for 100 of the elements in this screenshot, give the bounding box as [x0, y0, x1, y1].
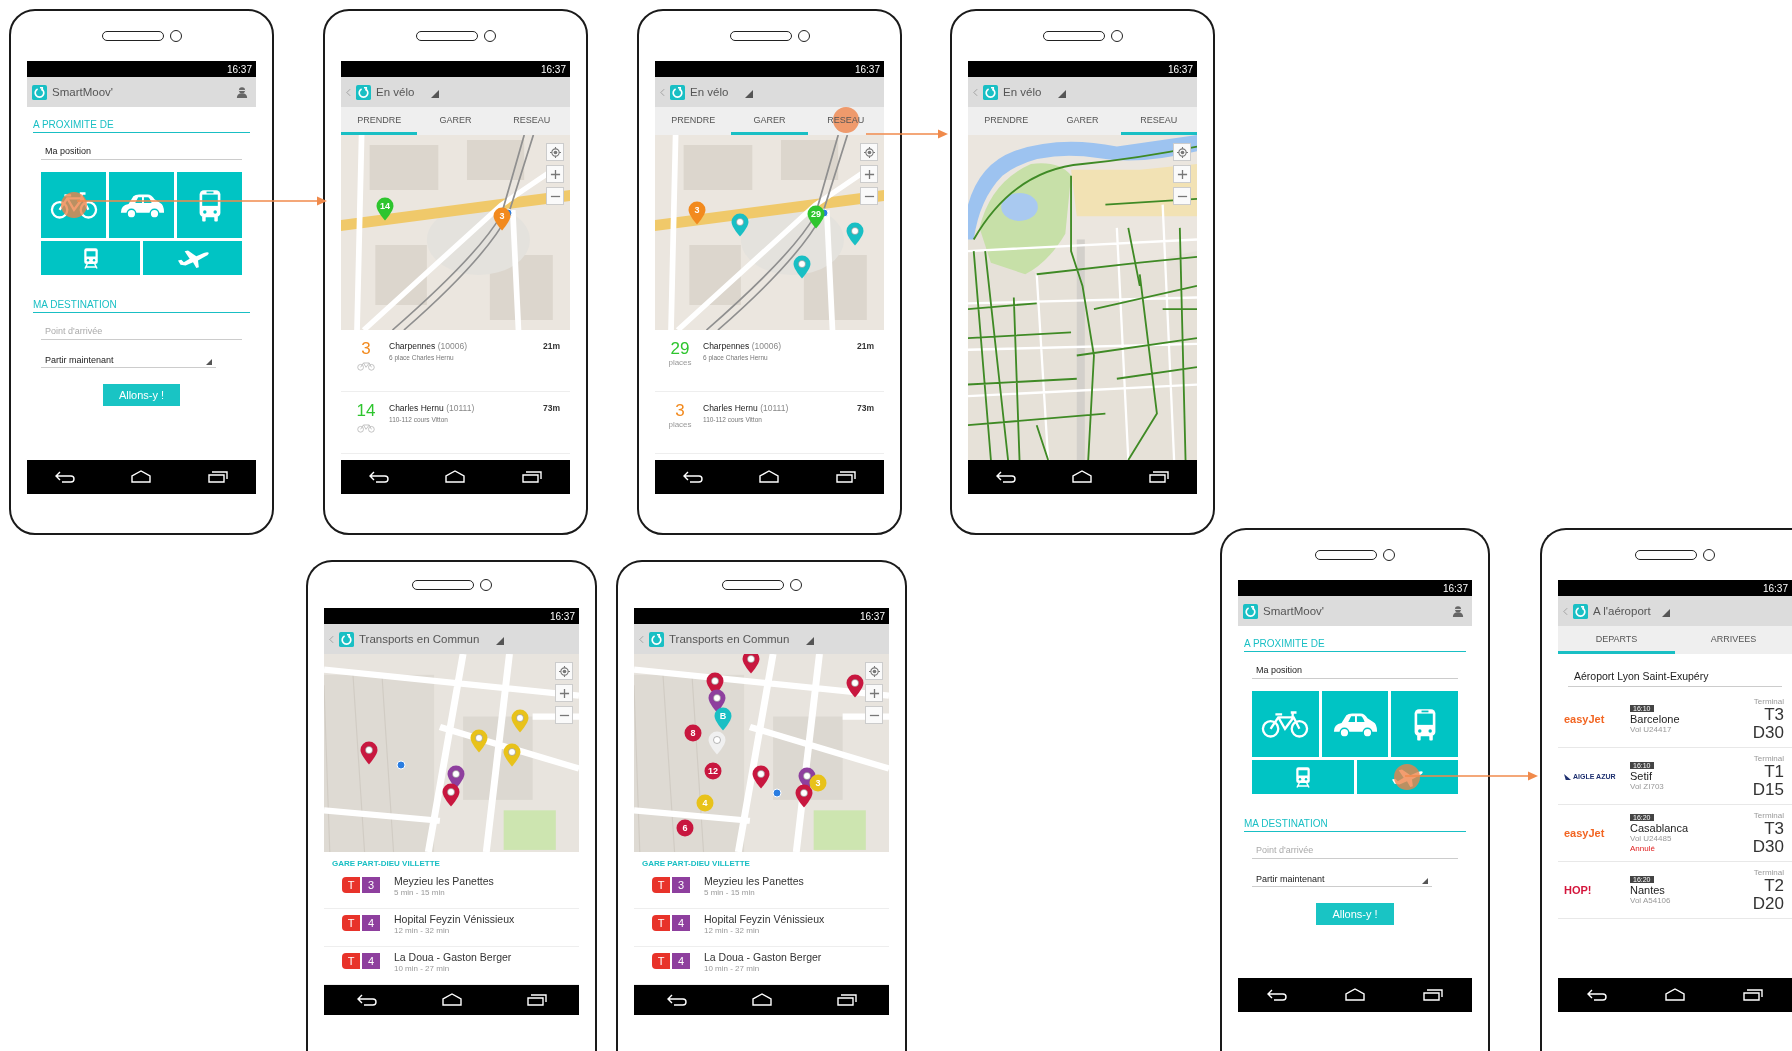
- back-icon[interactable]: [995, 470, 1018, 484]
- departure-row[interactable]: T 4 Hopital Feyzin Vénissieux 12 min - 32 min: [634, 909, 889, 947]
- departure-row[interactable]: T 3 Meyzieu les Panettes 5 min - 15 min: [324, 871, 579, 909]
- back-icon[interactable]: [368, 470, 391, 484]
- zoom-in-button[interactable]: [860, 165, 878, 183]
- wait-times: 5 min - 15 min: [394, 888, 446, 897]
- tab[interactable]: GARER: [1044, 107, 1121, 135]
- recent-apps-icon[interactable]: [520, 470, 543, 484]
- locate-button[interactable]: [546, 143, 564, 161]
- zoom-in-button[interactable]: [865, 684, 883, 702]
- locate-button[interactable]: [555, 662, 573, 680]
- recent-apps-icon[interactable]: [1422, 988, 1444, 1002]
- home-icon[interactable]: [1071, 470, 1094, 484]
- available-count: 3: [675, 401, 685, 420]
- dropdown-icon[interactable]: [431, 90, 440, 98]
- departure-row[interactable]: T 3 Meyzieu les Panettes 5 min - 15 min: [634, 871, 889, 909]
- tab[interactable]: ARRIVEES: [1675, 626, 1792, 654]
- zoom-out-button[interactable]: [546, 187, 564, 205]
- tab[interactable]: DEPARTS: [1558, 626, 1675, 654]
- station-name: Charles Hernu (10111): [389, 403, 476, 413]
- flight-number: Vol U24417: [1630, 724, 1672, 734]
- flight-number: Vol A54106: [1630, 895, 1671, 905]
- airplane-icon: [175, 248, 210, 268]
- tab[interactable]: GARER: [417, 107, 494, 135]
- home-icon[interactable]: [1344, 988, 1366, 1002]
- dropdown-icon[interactable]: [1661, 609, 1670, 617]
- map-pin[interactable]: [846, 673, 865, 698]
- station-name: Charles Hernu (10111): [703, 403, 790, 413]
- position-field[interactable]: Ma position: [41, 141, 242, 160]
- map-pin[interactable]: [741, 654, 760, 674]
- recent-apps-icon[interactable]: [835, 993, 858, 1007]
- map-pin[interactable]: 12: [704, 761, 723, 780]
- home-icon[interactable]: [750, 993, 773, 1007]
- location-dot: [396, 760, 405, 770]
- map-pin[interactable]: [441, 782, 460, 807]
- app-title: SmartMoov': [52, 86, 113, 98]
- departure-dropdown[interactable]: Partir maintenant: [1252, 869, 1432, 887]
- back-icon[interactable]: [682, 470, 705, 484]
- gate: D30: [1752, 723, 1784, 742]
- wait-times: 12 min - 32 min: [704, 926, 761, 935]
- map-pin[interactable]: 8: [683, 724, 702, 743]
- tab[interactable]: PRENDRE: [968, 107, 1045, 135]
- recent-apps-icon[interactable]: [525, 993, 548, 1007]
- zoom-out-button[interactable]: [865, 706, 883, 724]
- tab[interactable]: RESEAU: [493, 107, 570, 135]
- recent-apps-icon[interactable]: [206, 470, 229, 484]
- recent-apps-icon[interactable]: [834, 470, 857, 484]
- app-title: Transports en Commun: [359, 633, 480, 645]
- dropdown-icon[interactable]: [806, 637, 815, 645]
- locate-button[interactable]: [865, 662, 883, 680]
- transport-mode-button[interactable]: [109, 172, 174, 238]
- transport-mode-button[interactable]: [41, 172, 106, 238]
- destination-field[interactable]: Point d'arrivée: [41, 321, 242, 340]
- airport-field[interactable]: Aéroport Lyon Saint-Exupéry: [1568, 664, 1782, 687]
- zoom-in-button[interactable]: [1173, 165, 1191, 183]
- home-icon[interactable]: [130, 470, 153, 484]
- terminal: T3: [1764, 705, 1784, 724]
- dropdown-icon[interactable]: [745, 90, 754, 98]
- user-icon[interactable]: [236, 86, 248, 98]
- map-pin[interactable]: [751, 764, 770, 789]
- user-icon[interactable]: [1452, 605, 1464, 617]
- zoom-in-button[interactable]: [555, 684, 573, 702]
- home-icon[interactable]: [758, 470, 781, 484]
- map-pin[interactable]: [360, 740, 379, 765]
- zoom-out-button[interactable]: [1173, 187, 1191, 205]
- destination-field[interactable]: Point d'arrivée: [1252, 840, 1458, 859]
- locate-button[interactable]: [860, 143, 878, 161]
- wait-times: 5 min - 15 min: [704, 888, 756, 897]
- home-icon[interactable]: [440, 993, 463, 1007]
- zoom-out-button[interactable]: [860, 187, 878, 205]
- zoom-in-button[interactable]: [546, 165, 564, 183]
- app-title: Transports en Commun: [669, 633, 790, 645]
- location-dot: [772, 788, 782, 798]
- zoom-out-button[interactable]: [555, 706, 573, 724]
- dropdown-icon[interactable]: [496, 637, 505, 645]
- home-icon[interactable]: [444, 470, 467, 484]
- plus-icon: [868, 687, 880, 699]
- status-time: 16:37: [549, 610, 575, 622]
- transport-mode-button[interactable]: [177, 172, 242, 238]
- station-distance: 73m: [857, 402, 874, 413]
- flight-number: Vol U24485: [1630, 833, 1672, 843]
- home-icon[interactable]: [1664, 988, 1686, 1002]
- app-logo-icon: [983, 84, 998, 100]
- locate-button[interactable]: [1173, 143, 1191, 161]
- departure-dropdown[interactable]: Partir maintenant: [41, 350, 216, 368]
- airline-logo: easyJet: [1564, 827, 1605, 839]
- recent-apps-icon[interactable]: [1147, 470, 1170, 484]
- status-time: 16:37: [1442, 582, 1468, 594]
- back-icon[interactable]: [54, 470, 77, 484]
- recent-apps-icon[interactable]: [1742, 988, 1764, 1002]
- flight-status: Annulé: [1630, 843, 1655, 853]
- departure-row[interactable]: T 4 Hopital Feyzin Vénissieux 12 min - 32 min: [324, 909, 579, 947]
- position-field[interactable]: Ma position: [1252, 660, 1458, 679]
- map-pin[interactable]: [795, 784, 814, 809]
- map-pin[interactable]: 6: [676, 819, 694, 838]
- tab[interactable]: PRENDRE: [655, 107, 732, 135]
- wing-icon: [1564, 772, 1571, 780]
- dropdown-icon[interactable]: [1058, 90, 1067, 98]
- status-time: 16:37: [854, 63, 880, 75]
- terminal: T1: [1764, 762, 1784, 781]
